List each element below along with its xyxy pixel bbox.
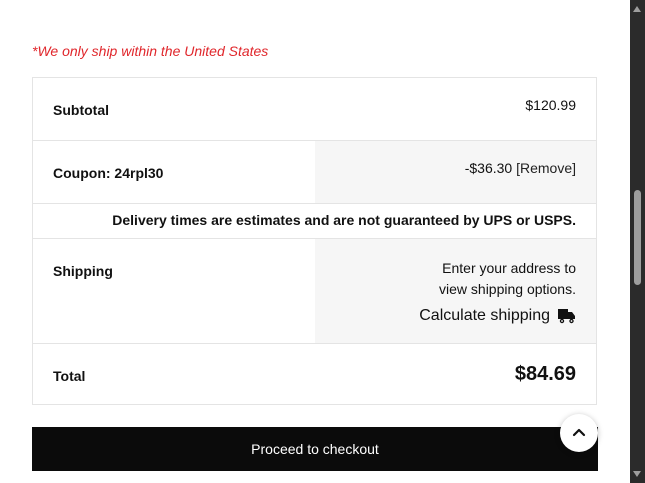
remove-coupon-link[interactable]: [Remove] bbox=[516, 160, 576, 176]
cart-totals-table: Subtotal $120.99 Coupon: 24rpl30 -$36.30… bbox=[32, 77, 597, 405]
proceed-to-checkout-button[interactable]: Proceed to checkout bbox=[32, 427, 598, 471]
shipping-row: Shipping Enter your address to view ship… bbox=[33, 239, 596, 344]
subtotal-row: Subtotal $120.99 bbox=[33, 78, 596, 141]
vertical-scrollbar[interactable] bbox=[630, 0, 645, 483]
shipping-label: Shipping bbox=[53, 263, 113, 279]
back-to-top-button[interactable] bbox=[560, 414, 598, 452]
cart-totals-page: *We only ship within the United States S… bbox=[0, 0, 645, 483]
chevron-up-icon bbox=[572, 424, 586, 442]
delivery-estimate-note: Delivery times are estimates and are not… bbox=[112, 212, 576, 228]
shipping-value-cell: Enter your address to view shipping opti… bbox=[315, 239, 596, 343]
total-value: $84.69 bbox=[514, 363, 576, 385]
shipping-instruction-line-1: Enter your address to bbox=[442, 260, 576, 276]
total-row: Total $84.69 bbox=[33, 344, 596, 405]
coupon-discount-value: -$36.30 bbox=[464, 160, 513, 176]
shipping-restriction-notice: *We only ship within the United States bbox=[32, 43, 269, 59]
scroll-down-arrow-icon[interactable] bbox=[633, 471, 641, 477]
coupon-row: Coupon: 24rpl30 -$36.30 [Remove] bbox=[33, 141, 596, 204]
calculate-shipping-label: Calculate shipping bbox=[419, 307, 550, 324]
calculate-shipping-link[interactable]: Calculate shipping bbox=[419, 307, 576, 325]
subtotal-value: $120.99 bbox=[525, 97, 576, 113]
delivery-note-row: Delivery times are estimates and are not… bbox=[33, 204, 596, 239]
subtotal-label: Subtotal bbox=[53, 102, 109, 118]
coupon-label: Coupon: 24rpl30 bbox=[53, 165, 164, 181]
scroll-up-arrow-icon[interactable] bbox=[633, 6, 641, 12]
shipping-instructions: Enter your address to view shipping opti… bbox=[439, 258, 576, 300]
truck-icon bbox=[558, 308, 576, 324]
shipping-instruction-line-2: view shipping options. bbox=[439, 281, 576, 297]
coupon-value-cell: -$36.30 [Remove] bbox=[315, 141, 596, 203]
scrollbar-thumb[interactable] bbox=[634, 190, 641, 285]
total-label: Total bbox=[53, 368, 86, 384]
subtotal-value-cell: $120.99 bbox=[315, 78, 596, 140]
coupon-value-wrap: -$36.30 [Remove] bbox=[465, 160, 576, 176]
